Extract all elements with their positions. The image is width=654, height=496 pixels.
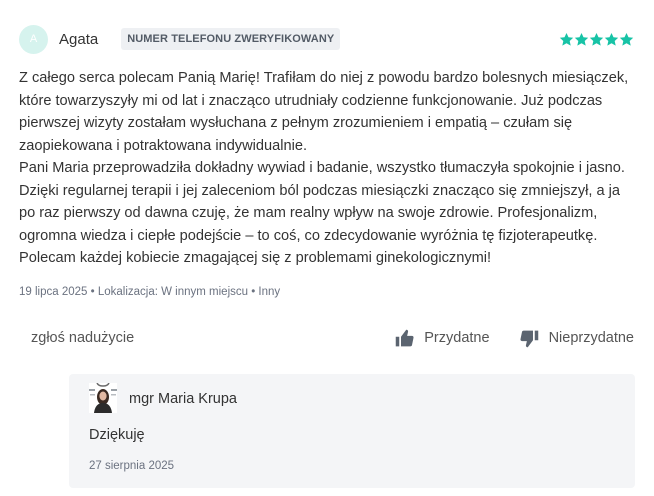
- owner-reply: mgr Maria Krupa Dziękuję 27 sierpnia 202…: [69, 374, 635, 488]
- not-helpful-label: Nieprzydatne: [548, 330, 634, 346]
- review-paragraph: Pani Maria przeprowadziła dokładny wywia…: [19, 160, 625, 266]
- review-header: A Agata NUMER TELEFONU ZWERYFIKOWANY: [19, 24, 634, 54]
- report-abuse-link[interactable]: zgłoś nadużycie: [31, 330, 134, 346]
- reply-avatar: [89, 383, 117, 413]
- star-icon: [559, 32, 574, 46]
- star-rating: [559, 32, 634, 47]
- review-meta: 19 lipca 2025 • Lokalizacja: W innym mie…: [19, 286, 281, 298]
- star-icon: [619, 32, 634, 46]
- helpful-label: Przydatne: [424, 330, 490, 346]
- thumbs-down-icon: [520, 330, 538, 347]
- profile-photo-icon: [89, 383, 117, 413]
- review-text: Z całego serca polecam Panią Marię! Traf…: [19, 67, 631, 270]
- star-icon: [604, 32, 619, 46]
- review-paragraph: Z całego serca polecam Panią Marię! Traf…: [19, 70, 629, 154]
- avatar: A: [19, 24, 48, 54]
- author-name: Agata: [59, 30, 99, 48]
- not-helpful-button[interactable]: Nieprzydatne: [519, 328, 634, 349]
- star-icon: [574, 32, 589, 46]
- thumbs-up-icon: [396, 329, 414, 346]
- reply-text: Dziękuję: [89, 427, 145, 443]
- star-icon: [589, 32, 604, 46]
- review-actions: zgłoś nadużycie Przydatne Nieprzydatne: [19, 326, 634, 350]
- helpful-button[interactable]: Przydatne: [394, 328, 490, 349]
- reply-author-name: mgr Maria Krupa: [129, 391, 237, 407]
- verified-badge: NUMER TELEFONU ZWERYFIKOWANY: [121, 28, 341, 50]
- review-card: A Agata NUMER TELEFONU ZWERYFIKOWANY Z c…: [0, 0, 654, 496]
- reply-date: 27 sierpnia 2025: [89, 460, 175, 472]
